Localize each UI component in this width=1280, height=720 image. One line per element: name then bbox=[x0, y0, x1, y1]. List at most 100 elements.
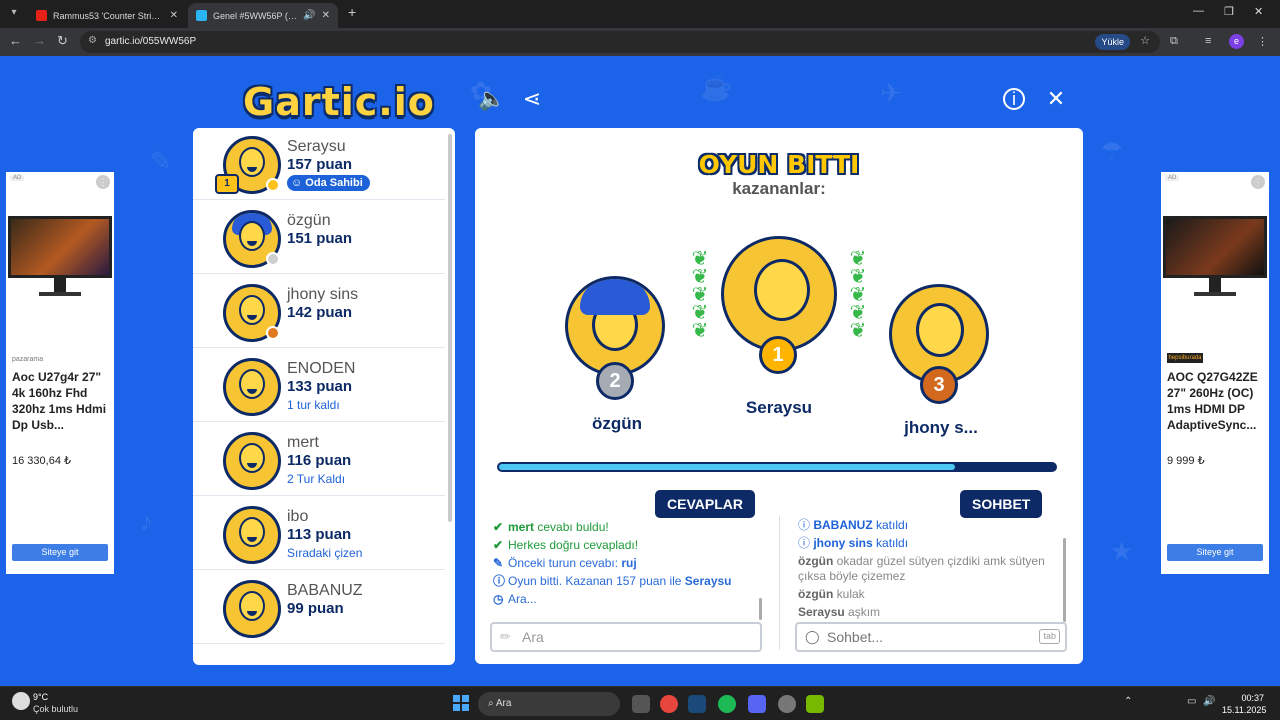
pencil-icon: ✎ bbox=[493, 556, 504, 570]
extensions-icon[interactable]: ⧉ bbox=[1170, 35, 1178, 48]
answer-log-line: ◷ Ara... bbox=[493, 590, 765, 608]
cloud-icon[interactable] bbox=[12, 692, 30, 710]
profile-avatar[interactable]: e bbox=[1229, 34, 1244, 49]
media-icon[interactable]: ≡ bbox=[1205, 35, 1211, 47]
chat-scrollbar[interactable] bbox=[1063, 538, 1066, 622]
info-icon[interactable]: i bbox=[1003, 88, 1025, 110]
avatar bbox=[565, 276, 665, 376]
tab-key-hint: tab bbox=[1039, 629, 1060, 644]
player-name: BABANUZ bbox=[287, 582, 363, 599]
close-window-icon[interactable]: ✕ bbox=[1254, 5, 1263, 18]
ad-left[interactable]: AD ⋮ pazarama Aoc U27g4r 27" 4k 160hz Fh… bbox=[6, 172, 114, 574]
avatar-face bbox=[754, 259, 810, 321]
close-tab-icon[interactable]: ✕ bbox=[170, 10, 178, 21]
upload-button[interactable]: Yükle bbox=[1095, 34, 1130, 50]
answers-scrollbar[interactable] bbox=[759, 598, 762, 620]
chrome-icon[interactable] bbox=[660, 695, 678, 713]
answer-text: Oyun bitti. Kazanan 157 puan ile bbox=[508, 574, 685, 588]
player-list-scrollbar[interactable] bbox=[448, 134, 452, 522]
player-row[interactable]: BABANUZ 99 puan bbox=[193, 572, 445, 644]
player-avatar bbox=[223, 358, 281, 416]
volume-icon[interactable]: 🔊 bbox=[1203, 696, 1215, 707]
taskbar-search[interactable]: ⌕ Ara bbox=[478, 692, 620, 716]
answers-log: ✔ mert cevabı buldu! ✔ Herkes doğru cevapla… bbox=[493, 518, 765, 622]
ad-price: 9 999 ₺ bbox=[1167, 455, 1205, 467]
reload-icon[interactable]: ↻ bbox=[57, 33, 68, 49]
answer-input[interactable]: ✏ Ara bbox=[490, 622, 762, 652]
monitor-base bbox=[39, 292, 81, 296]
chat-message: Seraysu aşkım bbox=[798, 605, 1060, 620]
avatar-face bbox=[239, 221, 265, 251]
close-tab-icon[interactable]: ✕ bbox=[322, 10, 330, 21]
chat-message: özgün okadar güzel sütyen çizdiki amk sü… bbox=[798, 554, 1060, 584]
winner-first: 1 Seraysu bbox=[721, 236, 837, 426]
player-row[interactable]: jhony sins 142 puan bbox=[193, 276, 445, 348]
ad-info-icon[interactable]: ⋮ bbox=[1251, 175, 1265, 189]
site-info-icon[interactable]: ⚙ bbox=[88, 35, 97, 46]
tab-chat[interactable]: SOHBET bbox=[960, 490, 1043, 518]
mute-tab-icon[interactable]: 🔊 bbox=[303, 10, 315, 21]
ad-title[interactable]: Aoc U27g4r 27" 4k 160hz Fhd 320hz 1ms Hd… bbox=[12, 369, 112, 433]
url-text[interactable]: gartic.io/055WW56P bbox=[105, 36, 196, 47]
app-icon[interactable] bbox=[778, 695, 796, 713]
owner-face-icon: ☺ bbox=[291, 177, 303, 189]
discord-icon[interactable] bbox=[748, 695, 766, 713]
player-row[interactable]: özgün 151 puan bbox=[193, 202, 445, 274]
share-icon[interactable]: ⋖ bbox=[519, 86, 545, 112]
ad-info-icon[interactable]: ⋮ bbox=[96, 175, 110, 189]
weather-condition[interactable]: Çok bulutlu bbox=[33, 704, 78, 714]
player-row[interactable]: ENODEN 133 puan 1 tur kaldı bbox=[193, 350, 445, 422]
maximize-icon[interactable]: ❐ bbox=[1224, 5, 1234, 18]
spotify-icon[interactable] bbox=[718, 695, 736, 713]
tab-answers[interactable]: CEVAPLAR bbox=[655, 490, 755, 518]
close-game-icon[interactable]: ✕ bbox=[1043, 86, 1069, 112]
player-row[interactable]: 1 Seraysu 157 puan ☺ Oda Sahibi bbox=[193, 128, 445, 200]
browser-tab-2[interactable]: Genel #5WW56P (Türkçe) - 🔊 ✕ bbox=[188, 3, 338, 28]
answer-highlight: ruj bbox=[621, 556, 637, 570]
ad-right[interactable]: AD ⋮ hepsiburada AOC Q27G42ZE 27" 260Hz … bbox=[1161, 172, 1269, 574]
trophy-icon: 1 bbox=[215, 174, 239, 194]
timer-bar-fill bbox=[499, 464, 955, 470]
answer-highlight: Seraysu bbox=[684, 574, 732, 588]
ad-brand: pazarama bbox=[12, 356, 44, 363]
chat-input[interactable]: ◯ Sohbet... tab bbox=[795, 622, 1067, 652]
new-tab-button[interactable]: + bbox=[348, 4, 356, 20]
winner-name: Seraysu bbox=[745, 398, 813, 417]
forward-icon[interactable]: → bbox=[33, 33, 46, 48]
gartic-page: ✎ ☂ ♪ ★ ✿ ☕ ✈ Gartic.io 🔈 ⋖ i ✕ 1 Seraysu… bbox=[0, 56, 1280, 686]
browser-tab-1[interactable]: Rammus53 'Counter Strike 2' O ✕ bbox=[28, 3, 186, 28]
answer-log-line: ⓘ Oyun bitti. Kazanan 157 puan ile Serays… bbox=[493, 572, 765, 590]
player-row[interactable]: ibo 113 puan Sıradaki çizen bbox=[193, 498, 445, 570]
tab-search-icon[interactable]: ▾ bbox=[6, 5, 22, 21]
player-list: 1 Seraysu 157 puan ☺ Oda Sahibi özgün 151 pua… bbox=[193, 128, 455, 665]
windows-start-icon[interactable] bbox=[453, 695, 469, 711]
network-icon[interactable]: ▭ bbox=[1187, 696, 1196, 707]
tray-expand-icon[interactable]: ⌃ bbox=[1124, 696, 1132, 707]
tab-title: Rammus53 'Counter Strike 2' O bbox=[53, 10, 164, 21]
back-icon[interactable]: ← bbox=[9, 33, 22, 48]
bookmark-star-icon[interactable]: ☆ bbox=[1140, 34, 1150, 47]
laurel-left-icon: ❦ ❦ ❦ ❦ ❦ bbox=[691, 248, 709, 342]
ad-brand: hepsiburada bbox=[1167, 353, 1203, 363]
ad-visit-button[interactable]: Siteye git bbox=[1167, 544, 1263, 561]
player-avatar bbox=[223, 432, 281, 490]
file-explorer-icon[interactable] bbox=[632, 695, 650, 713]
sound-icon[interactable]: 🔈 bbox=[478, 86, 505, 112]
avatar-face bbox=[916, 303, 964, 357]
player-row[interactable]: mert 116 puan 2 Tur Kaldı bbox=[193, 424, 445, 496]
minimize-icon[interactable]: — bbox=[1193, 5, 1204, 17]
menu-icon[interactable]: ⋮ bbox=[1257, 35, 1268, 48]
ad-visit-button[interactable]: Siteye git bbox=[12, 544, 108, 561]
nvidia-icon[interactable] bbox=[806, 695, 824, 713]
player-points: 113 puan bbox=[287, 526, 352, 543]
steam-icon[interactable] bbox=[688, 695, 706, 713]
background-doodle-icon: ☂ bbox=[1100, 136, 1124, 166]
ad-badge: AD bbox=[1165, 175, 1180, 181]
player-avatar bbox=[223, 580, 281, 638]
player-avatar bbox=[223, 506, 281, 564]
ad-title[interactable]: AOC Q27G42ZE 27" 260Hz (OC) 1ms HDMI DP … bbox=[1167, 369, 1267, 433]
url-box[interactable]: ⚙ gartic.io/055WW56P Yükle ☆ bbox=[80, 31, 1160, 53]
monitor-base bbox=[1194, 292, 1236, 296]
taskbar-clock[interactable]: 00:37 15.11.2025 bbox=[1222, 692, 1266, 716]
weather-temperature[interactable]: 9°C bbox=[33, 692, 48, 702]
